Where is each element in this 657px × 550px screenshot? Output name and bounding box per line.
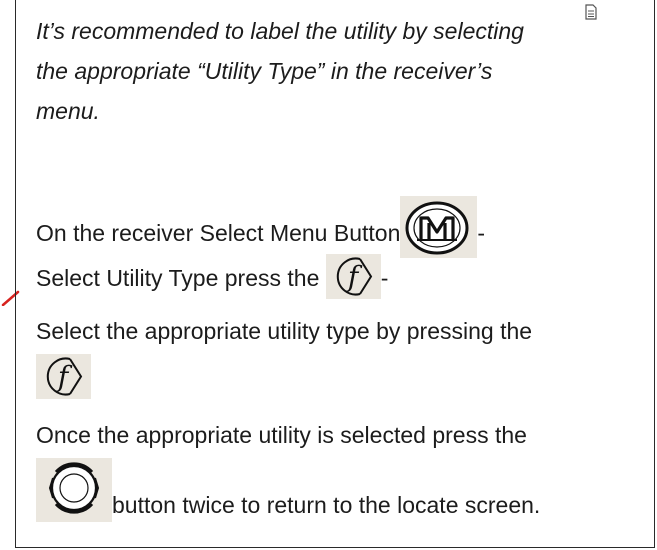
step-menu-button: On the receiver Select Menu Button - xyxy=(36,196,486,258)
note-line-3: menu. xyxy=(36,98,100,124)
function-f-button-icon: f xyxy=(325,254,381,299)
step-menu-text: On the receiver Select Menu Button xyxy=(36,220,401,246)
note-icon xyxy=(585,4,597,20)
step-return-line-1: Once the appropriate utility is selected… xyxy=(36,422,527,448)
svg-text:f: f xyxy=(346,260,363,293)
step-utility-type-text: Select Utility Type press the xyxy=(36,265,326,291)
function-f-button-icon: f xyxy=(36,354,91,399)
step-select-type: Select the appropriate utility type by p… xyxy=(36,318,533,344)
navigate-circle-button-icon xyxy=(36,458,112,522)
note-line-2: the appropriate “Utility Type” in the re… xyxy=(36,58,493,84)
step-menu-dash: - xyxy=(477,220,486,246)
step-utility-type-dash: - xyxy=(380,265,389,291)
step-return-line-2: button twice to return to the locate scr… xyxy=(112,492,541,518)
svg-text:f: f xyxy=(56,360,73,393)
note-line-1: It’s recommended to label the utility by… xyxy=(36,18,524,44)
step-utility-type: Select Utility Type press the f - xyxy=(36,254,389,299)
menu-m-button-icon xyxy=(400,196,478,258)
